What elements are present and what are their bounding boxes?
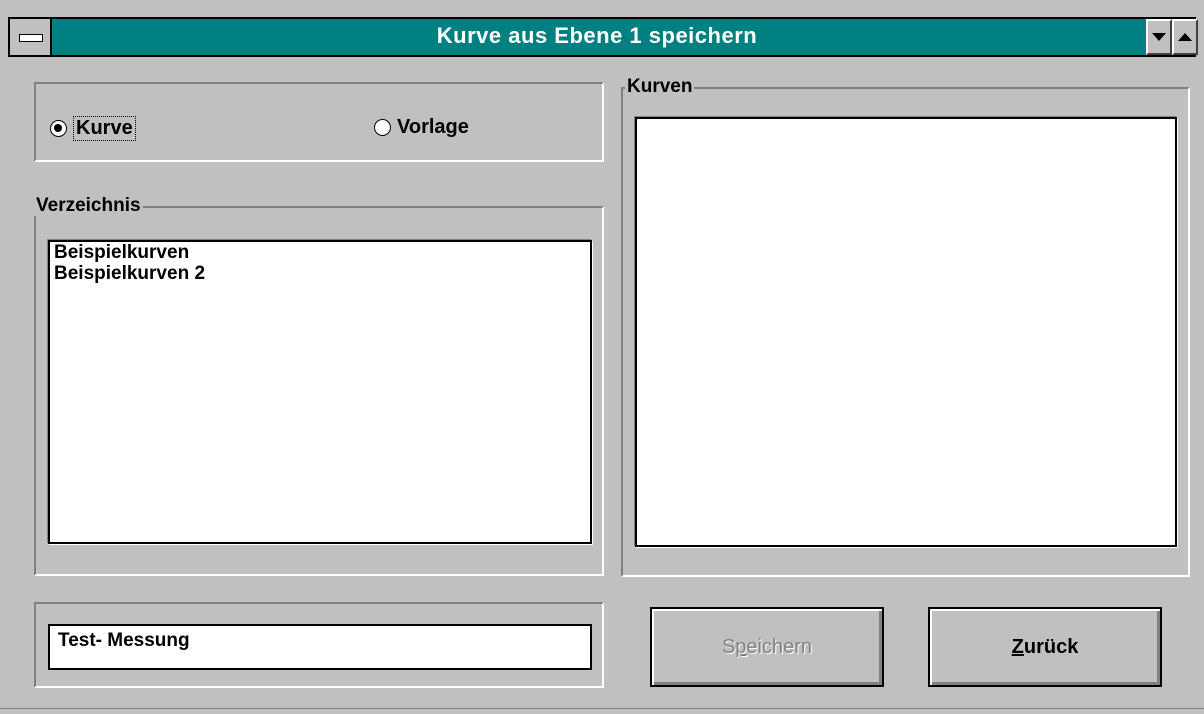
window-bottom-edge: [0, 708, 1204, 714]
back-button-label: Zurück: [1011, 635, 1079, 658]
save-button[interactable]: Speichern: [650, 607, 884, 687]
save-curve-dialog: Kurve aus Ebene 1 speichern Kurve Vorlag…: [0, 0, 1204, 714]
minimize-arrow-icon[interactable]: [1146, 19, 1172, 55]
title-bar[interactable]: Kurve aus Ebene 1 speichern: [0, 0, 1204, 60]
back-button[interactable]: Zurück: [928, 607, 1162, 687]
radio-vorlage-label: Vorlage: [397, 116, 469, 138]
save-button-label: Speichern: [721, 635, 813, 658]
system-menu-icon[interactable]: [8, 17, 52, 57]
mode-group: Kurve Vorlage: [34, 82, 604, 162]
radio-kurve-indicator[interactable]: [50, 120, 67, 137]
radio-vorlage[interactable]: Vorlage: [374, 116, 469, 139]
radio-kurve-label: Kurve: [73, 116, 136, 141]
window-title: Kurve aus Ebene 1 speichern: [436, 23, 758, 48]
directory-group-label: Verzeichnis: [34, 195, 143, 216]
directory-listbox[interactable]: Beispielkurven Beispielkurven 2: [48, 240, 592, 544]
curve-name-input[interactable]: Test- Messung: [48, 624, 592, 670]
radio-vorlage-indicator[interactable]: [374, 119, 391, 136]
directory-group: Verzeichnis Beispielkurven Beispielkurve…: [34, 196, 604, 576]
curves-group: Kurven: [621, 77, 1190, 577]
directory-list-item[interactable]: Beispielkurven 2: [50, 263, 590, 284]
curves-group-label: Kurven: [625, 76, 695, 97]
curves-listbox[interactable]: [635, 117, 1177, 547]
name-group: Test- Messung: [34, 602, 604, 688]
radio-kurve[interactable]: Kurve: [50, 116, 136, 141]
directory-list-item[interactable]: Beispielkurven: [50, 242, 590, 263]
maximize-arrow-icon[interactable]: [1172, 19, 1198, 55]
